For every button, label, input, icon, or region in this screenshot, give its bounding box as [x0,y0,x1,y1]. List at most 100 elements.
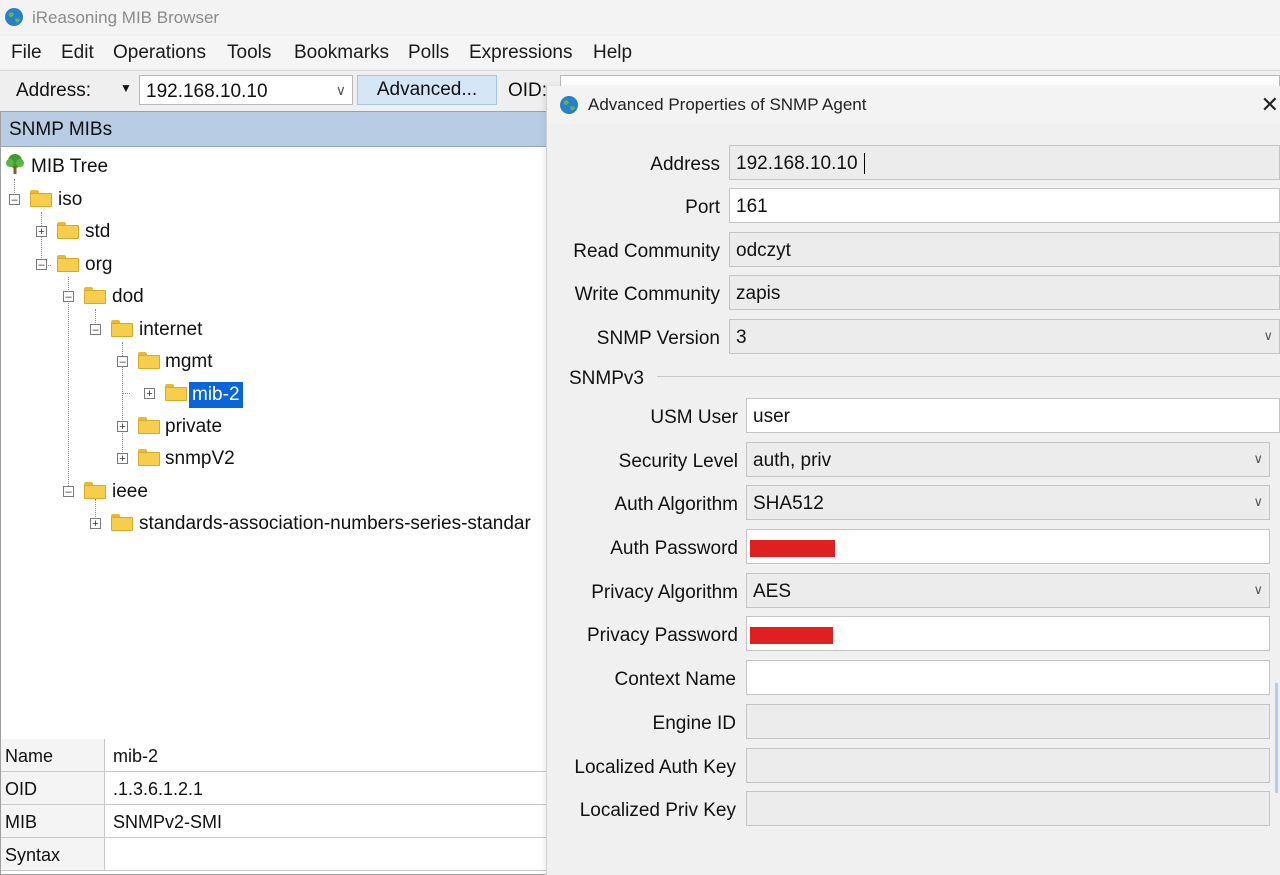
menu-edit[interactable]: Edit [61,42,94,64]
expand-icon[interactable]: + [90,518,101,530]
address-label: Address: [16,80,91,101]
prop-value: .1.3.6.1.2.1 [113,779,204,799]
privacy-algorithm-label: Privacy Algorithm [591,582,738,603]
tree-node-mgmt[interactable]: mgmt [165,351,213,373]
auth-algorithm-label: Auth Algorithm [614,494,738,515]
write-community-field[interactable]: zapis [729,275,1280,310]
localized-priv-key-field[interactable] [746,791,1270,826]
expand-icon[interactable]: + [117,453,128,465]
address-value: 192.168.10.10 [146,81,268,102]
folder-icon [138,417,160,434]
folder-icon [57,222,79,239]
folder-icon [84,287,106,304]
folder-icon [111,514,133,531]
context-name-field[interactable] [746,660,1270,695]
localized-auth-key-field[interactable] [746,748,1270,783]
folder-icon [138,352,160,369]
port-field[interactable]: 161 [729,188,1280,223]
tree-root-label[interactable]: MIB Tree [31,156,108,178]
tree-node-org[interactable]: org [85,254,112,276]
localized-auth-key-label: Localized Auth Key [574,757,736,778]
menu-operations[interactable]: Operations [113,42,206,64]
tree-node-mib-2[interactable]: mib-2 [189,382,243,408]
close-icon[interactable]: ✕ [1261,92,1279,118]
scrollbar[interactable] [1275,683,1278,793]
prop-name: Name [5,746,54,766]
folder-icon [111,320,133,337]
menu-bookmarks[interactable]: Bookmarks [294,42,389,64]
address-value: 192.168.10.10 [736,153,858,174]
port-label: Port [685,197,720,218]
tree-node-private[interactable]: private [165,416,222,438]
security-level-value: auth, priv [753,450,832,471]
table-row[interactable]: OID .1.3.6.1.2.1 [1,772,547,805]
address-combobox[interactable]: 192.168.10.10 ∨ [139,75,353,105]
snmpv3-section-title: SNMPv3 [569,368,644,389]
chevron-down-icon[interactable]: ∨ [1253,494,1263,510]
address-label: Address [650,154,720,175]
folder-icon [84,482,106,499]
collapse-icon[interactable]: – [36,259,47,271]
dialog-title-bar: Advanced Properties of SNMP Agent ✕ [547,86,1280,124]
usm-user-label: USM User [650,407,738,428]
security-level-select[interactable]: auth, priv ∨ [746,442,1270,477]
panel-header: SNMP MIBs [1,112,547,147]
redaction-mark [750,627,833,644]
tree-node-std[interactable]: std [85,221,110,243]
port-value: 161 [736,196,768,217]
panel-title: SNMP MIBs [9,119,113,140]
usm-user-field[interactable]: user [746,398,1280,433]
auth-password-field[interactable] [746,529,1270,564]
menu-help[interactable]: Help [593,42,632,64]
advanced-properties-dialog: Advanced Properties of SNMP Agent ✕ Addr… [546,86,1280,875]
dialog-title: Advanced Properties of SNMP Agent [588,95,867,114]
collapse-icon[interactable]: – [90,324,101,336]
collapse-icon[interactable]: – [117,356,128,368]
advanced-button[interactable]: Advanced... [357,75,497,105]
address-field[interactable]: 192.168.10.10 [729,145,1280,180]
privacy-algorithm-select[interactable]: AES ∨ [746,573,1270,608]
table-row[interactable]: MIB SNMPv2-SMI [1,805,547,838]
expand-icon[interactable]: + [36,226,47,238]
chevron-down-icon[interactable]: ∨ [1253,582,1263,598]
chevron-down-icon[interactable]: ∨ [336,82,346,99]
window-title: iReasoning MIB Browser [32,8,220,27]
menu-polls[interactable]: Polls [408,42,449,64]
chevron-down-icon[interactable]: ∨ [1253,451,1263,467]
collapse-icon[interactable]: – [9,194,20,206]
snmp-version-select[interactable]: 3 ∨ [729,319,1280,354]
tree-node-dod[interactable]: dod [112,286,144,308]
menu-expressions[interactable]: Expressions [469,42,573,64]
write-community-label: Write Community [574,284,720,305]
table-row[interactable]: Syntax [1,838,547,871]
tree-node-ieee[interactable]: ieee [112,481,148,503]
read-community-value: odczyt [736,240,791,261]
menu-file[interactable]: File [11,42,42,64]
folder-icon [165,384,187,401]
snmp-version-label: SNMP Version [596,328,720,349]
address-dropdown-icon[interactable]: ▼ [120,81,132,95]
menu-tools[interactable]: Tools [227,42,271,64]
expand-icon[interactable]: + [117,421,128,433]
table-row[interactable]: Name mib-2 [1,739,547,772]
engine-id-field[interactable] [746,704,1270,739]
auth-password-label: Auth Password [610,538,738,559]
tree-node-internet[interactable]: internet [139,319,202,341]
privacy-password-field[interactable] [746,616,1270,651]
chevron-down-icon[interactable]: ∨ [1263,328,1273,344]
tree-node-standards[interactable]: standards-association-numbers-series-sta… [139,513,531,535]
snmp-version-value: 3 [736,327,747,348]
globe-icon [5,8,23,26]
prop-value: mib-2 [113,746,159,766]
read-community-field[interactable]: odczyt [729,232,1280,267]
prop-name: OID [5,779,38,799]
collapse-icon[interactable]: – [63,486,74,498]
redaction-mark [750,540,835,557]
tree-node-iso[interactable]: iso [58,189,82,211]
expand-icon[interactable]: + [144,388,155,400]
usm-user-value: user [753,406,790,427]
collapse-icon[interactable]: – [63,291,74,303]
prop-name: Syntax [5,845,61,865]
tree-node-snmpv2[interactable]: snmpV2 [165,448,235,470]
auth-algorithm-select[interactable]: SHA512 ∨ [746,485,1270,520]
